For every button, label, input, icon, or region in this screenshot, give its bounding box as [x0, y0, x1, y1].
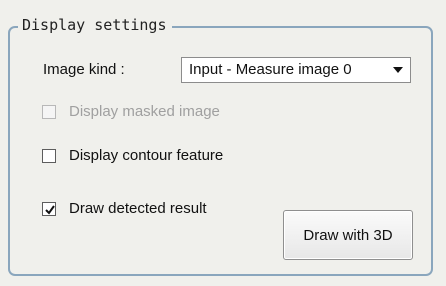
draw-detected-result-label: Draw detected result	[69, 200, 207, 217]
display-masked-image-checkbox[interactable]	[42, 105, 56, 119]
chevron-down-icon[interactable]	[387, 59, 409, 81]
image-kind-select[interactable]: Input - Measure image 0	[181, 57, 411, 83]
display-settings-panel: Display settings Image kind : Input - Me…	[0, 0, 446, 286]
display-contour-feature-checkbox[interactable]	[42, 149, 56, 163]
display-masked-image-label: Display masked image	[69, 103, 220, 120]
group-title: Display settings	[18, 14, 172, 36]
display-contour-feature-option[interactable]: Display contour feature	[42, 146, 223, 166]
display-masked-image-option[interactable]: Display masked image	[42, 102, 220, 122]
checkmark-icon	[45, 205, 55, 215]
draw-with-3d-button[interactable]: Draw with 3D	[283, 210, 413, 260]
image-kind-selected-value: Input - Measure image 0	[189, 61, 352, 78]
draw-detected-result-checkbox[interactable]	[42, 202, 56, 216]
draw-detected-result-option[interactable]: Draw detected result	[42, 199, 207, 219]
image-kind-label: Image kind :	[43, 61, 125, 78]
display-contour-feature-label: Display contour feature	[69, 147, 224, 164]
